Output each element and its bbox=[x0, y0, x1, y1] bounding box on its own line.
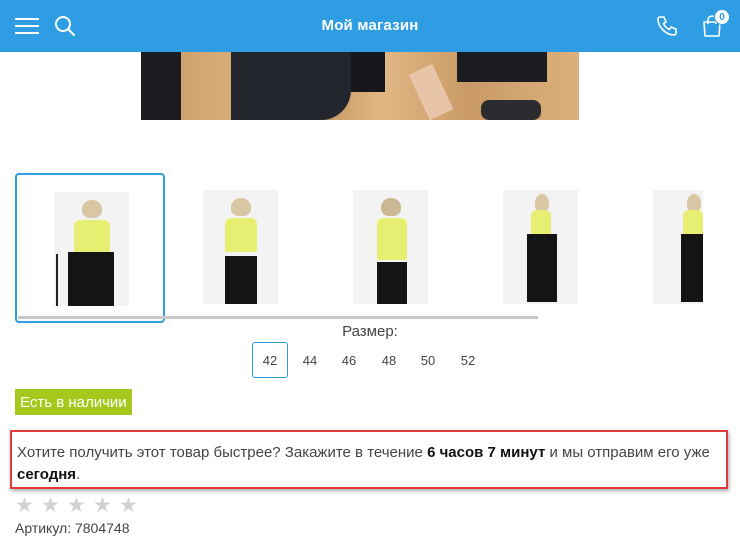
thumbnail-5[interactable] bbox=[616, 173, 740, 323]
size-label: Размер: bbox=[342, 323, 398, 340]
thumbnail-2[interactable] bbox=[166, 173, 316, 323]
notice-time: 6 часов 7 минут bbox=[427, 444, 546, 461]
star-icon[interactable]: ★ bbox=[93, 495, 119, 517]
star-icon[interactable]: ★ bbox=[41, 495, 67, 517]
store-title[interactable]: Мой магазин bbox=[0, 17, 740, 34]
size-option-46[interactable]: 46 bbox=[331, 342, 367, 378]
size-option-42[interactable]: 42 bbox=[252, 342, 288, 378]
size-option-50[interactable]: 50 bbox=[410, 342, 446, 378]
star-icon[interactable]: ★ bbox=[119, 495, 145, 517]
product-sku: Артикул: 7804748 bbox=[15, 520, 130, 536]
rating-stars: ★ ★ ★ ★ ★ bbox=[15, 495, 145, 517]
thumbnail-4[interactable] bbox=[466, 173, 616, 323]
thumbnail-image bbox=[503, 190, 578, 304]
size-option-44[interactable]: 44 bbox=[292, 342, 328, 378]
thumbnail-image bbox=[653, 190, 703, 304]
size-option-48[interactable]: 48 bbox=[371, 342, 407, 378]
main-product-photo[interactable] bbox=[141, 52, 579, 120]
thumbnail-carousel bbox=[0, 170, 740, 330]
carousel-scrollbar[interactable] bbox=[18, 316, 538, 319]
thumbnail-3[interactable] bbox=[316, 173, 466, 323]
thumbnail-image bbox=[54, 192, 129, 306]
notice-day: сегодня bbox=[17, 466, 77, 483]
phone-icon[interactable] bbox=[653, 12, 681, 40]
size-option-52[interactable]: 52 bbox=[450, 342, 486, 378]
cart-count-badge: 0 bbox=[714, 9, 730, 25]
thumbnail-image bbox=[353, 190, 428, 304]
thumbnail-image bbox=[203, 190, 278, 304]
delivery-notice: Хотите получить этот товар быстрее? Зака… bbox=[10, 430, 728, 489]
notice-text-start: Хотите получить этот товар быстрее? Зака… bbox=[17, 444, 428, 461]
notice-text-end: . bbox=[76, 466, 81, 483]
star-icon[interactable]: ★ bbox=[67, 495, 93, 517]
star-icon[interactable]: ★ bbox=[15, 495, 41, 517]
notice-text-middle: и мы отправим его уже bbox=[545, 444, 710, 461]
in-stock-badge: Есть в наличии bbox=[15, 389, 132, 415]
thumbnail-1[interactable] bbox=[15, 173, 165, 323]
cart-icon[interactable]: 0 bbox=[698, 9, 730, 40]
header-bar: Мой магазин 0 bbox=[0, 0, 740, 52]
